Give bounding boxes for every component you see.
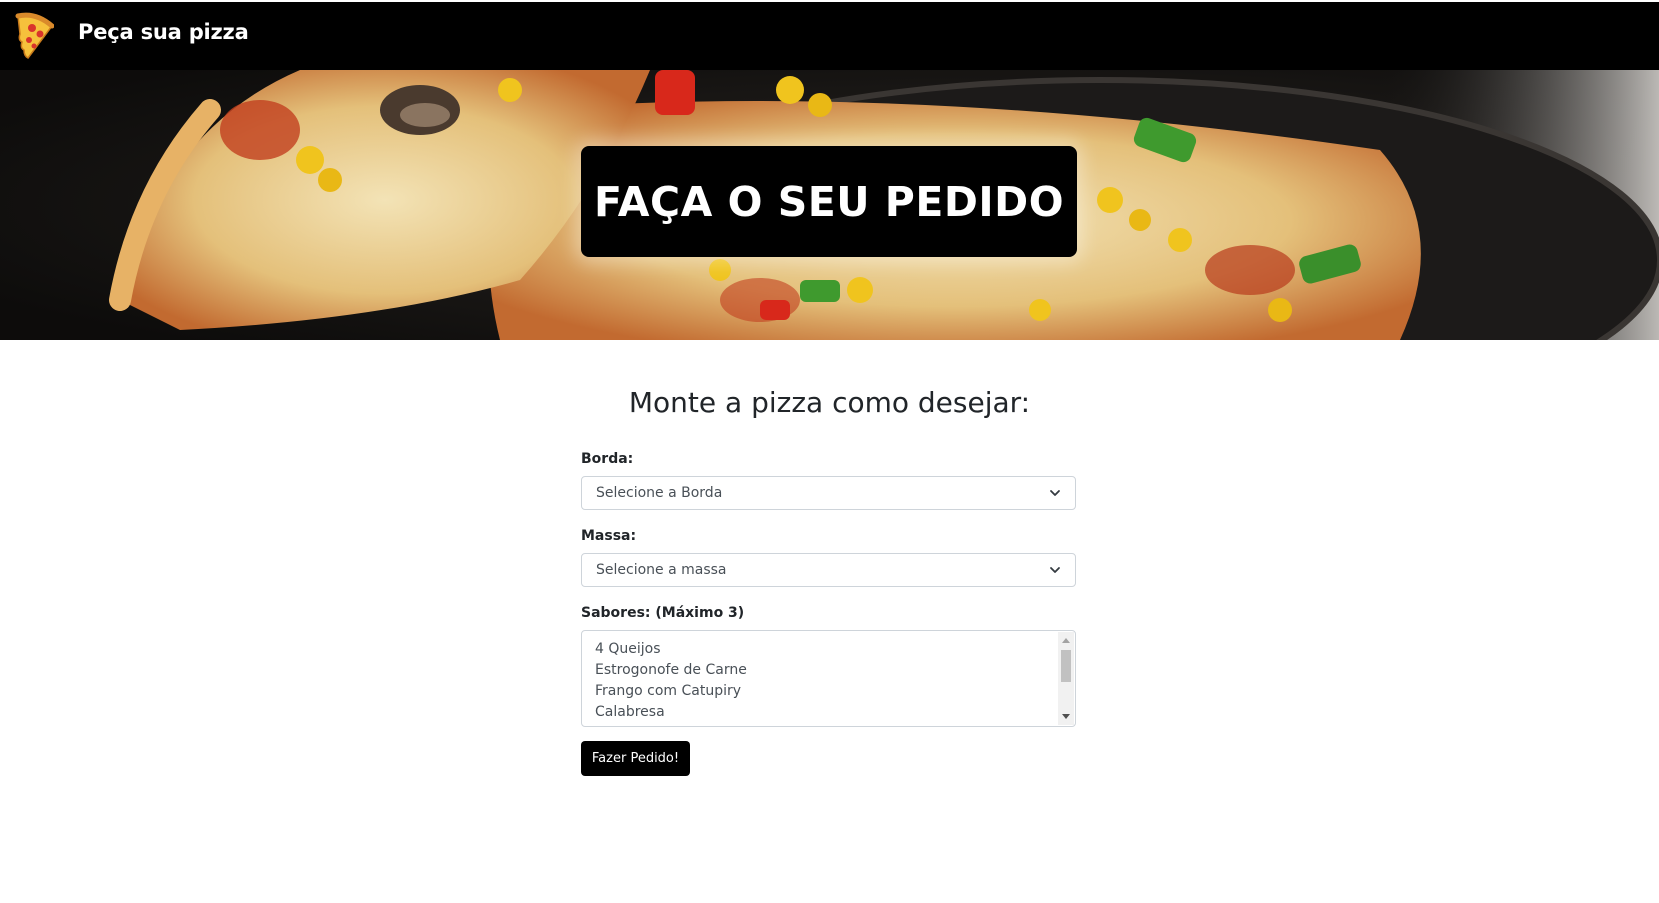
brand-title[interactable]: Peça sua pizza [78,20,249,44]
sabor-option[interactable]: Frango com Catupiry [595,681,747,702]
massa-select-value: Selecione a massa [596,562,727,578]
scrollbar-thumb[interactable] [1061,650,1071,682]
scroll-up-arrow-icon[interactable] [1058,632,1074,648]
form-heading: Monte a pizza como desejar: [628,386,1031,419]
scroll-down-arrow-icon[interactable] [1058,709,1074,725]
sabores-options: 4 Queijos Estrogonofe de Carne Frango co… [595,639,747,723]
hero-title: FAÇA O SEU PEDIDO [593,177,1065,226]
borda-select-value: Selecione a Borda [596,485,723,501]
borda-label: Borda: [581,451,634,467]
massa-select[interactable]: Selecione a massa [581,553,1076,587]
sabores-multiselect[interactable]: 4 Queijos Estrogonofe de Carne Frango co… [581,630,1076,727]
chevron-down-icon [1050,567,1060,573]
top-navbar: Peça sua pizza [0,2,1659,70]
hero-banner: FAÇA O SEU PEDIDO [0,70,1659,340]
sabor-option[interactable]: 4 Queijos [595,639,747,660]
pizza-slice-icon[interactable] [14,12,54,60]
submit-order-button[interactable]: Fazer Pedido! [581,741,690,776]
sabor-option[interactable]: Calabresa [595,702,747,723]
sabores-label: Sabores: (Máximo 3) [581,605,745,621]
sabores-scrollbar[interactable] [1058,632,1074,725]
borda-select[interactable]: Selecione a Borda [581,476,1076,510]
chevron-down-icon [1050,490,1060,496]
hero-title-box: FAÇA O SEU PEDIDO [581,146,1077,257]
massa-label: Massa: [581,528,637,544]
sabor-option[interactable]: Estrogonofe de Carne [595,660,747,681]
